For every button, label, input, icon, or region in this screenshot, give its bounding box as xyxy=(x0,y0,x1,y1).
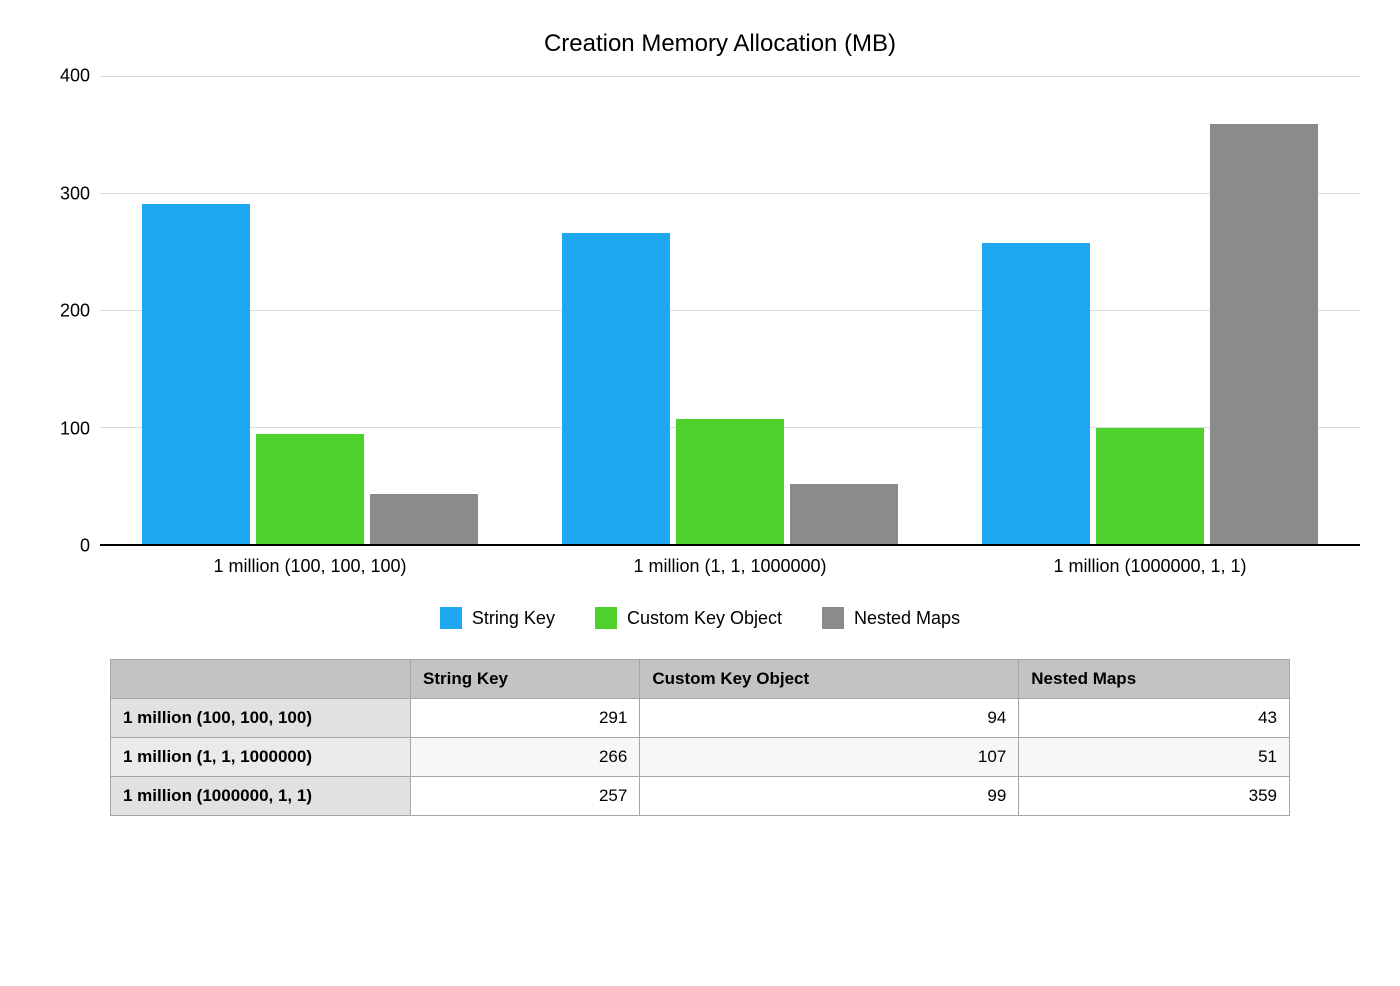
legend-item: Nested Maps xyxy=(822,607,960,629)
table-row: 1 million (1, 1, 1000000)26610751 xyxy=(111,738,1290,777)
table-cell: 107 xyxy=(640,738,1019,777)
legend-item: String Key xyxy=(440,607,555,629)
table-corner xyxy=(111,660,411,699)
table-row: 1 million (1000000, 1, 1)25799359 xyxy=(111,777,1290,816)
table-cell: 43 xyxy=(1019,699,1290,738)
plot-area xyxy=(100,76,1360,546)
bar-group xyxy=(100,76,520,544)
legend-label: Nested Maps xyxy=(854,608,960,629)
legend: String Key Custom Key Object Nested Maps xyxy=(40,607,1360,629)
y-tick: 100 xyxy=(60,418,90,439)
legend-swatch xyxy=(595,607,617,629)
legend-item: Custom Key Object xyxy=(595,607,782,629)
legend-label: Custom Key Object xyxy=(627,608,782,629)
table-header: String Key xyxy=(411,660,640,699)
y-axis: 0100200300400 xyxy=(40,76,100,546)
x-tick-label: 1 million (1000000, 1, 1) xyxy=(940,546,1360,577)
table-cell: 51 xyxy=(1019,738,1290,777)
bar xyxy=(142,204,250,544)
legend-swatch xyxy=(822,607,844,629)
bar xyxy=(562,233,670,544)
table-cell: 99 xyxy=(640,777,1019,816)
bar xyxy=(256,434,364,544)
bar xyxy=(1210,124,1318,544)
plot: 0100200300400 xyxy=(40,76,1360,546)
row-header: 1 million (1, 1, 1000000) xyxy=(111,738,411,777)
table-cell: 257 xyxy=(411,777,640,816)
bar-group xyxy=(520,76,940,544)
bar xyxy=(370,494,478,544)
table-cell: 266 xyxy=(411,738,640,777)
row-header: 1 million (1000000, 1, 1) xyxy=(111,777,411,816)
table-header: Nested Maps xyxy=(1019,660,1290,699)
chart-title: Creation Memory Allocation (MB) xyxy=(80,30,1360,58)
table-cell: 291 xyxy=(411,699,640,738)
data-table: String Key Custom Key Object Nested Maps… xyxy=(110,659,1290,816)
row-header: 1 million (100, 100, 100) xyxy=(111,699,411,738)
table-cell: 94 xyxy=(640,699,1019,738)
bar xyxy=(982,243,1090,544)
x-tick-label: 1 million (100, 100, 100) xyxy=(100,546,520,577)
bar-group xyxy=(940,76,1360,544)
table-header: Custom Key Object xyxy=(640,660,1019,699)
legend-swatch xyxy=(440,607,462,629)
y-tick: 400 xyxy=(60,66,90,87)
y-tick: 300 xyxy=(60,183,90,204)
bar-groups xyxy=(100,76,1360,544)
y-tick: 200 xyxy=(60,301,90,322)
table-row: 1 million (100, 100, 100)2919443 xyxy=(111,699,1290,738)
chart-container: Creation Memory Allocation (MB) 0 100 200 3… xyxy=(40,30,1360,816)
x-axis-labels: 1 million (100, 100, 100)1 million (1, 1… xyxy=(100,546,1360,577)
legend-label: String Key xyxy=(472,608,555,629)
table-cell: 359 xyxy=(1019,777,1290,816)
bar xyxy=(1096,428,1204,544)
bar xyxy=(676,419,784,544)
bar xyxy=(790,484,898,544)
x-tick-label: 1 million (1, 1, 1000000) xyxy=(520,546,940,577)
y-tick: 0 xyxy=(80,536,90,557)
